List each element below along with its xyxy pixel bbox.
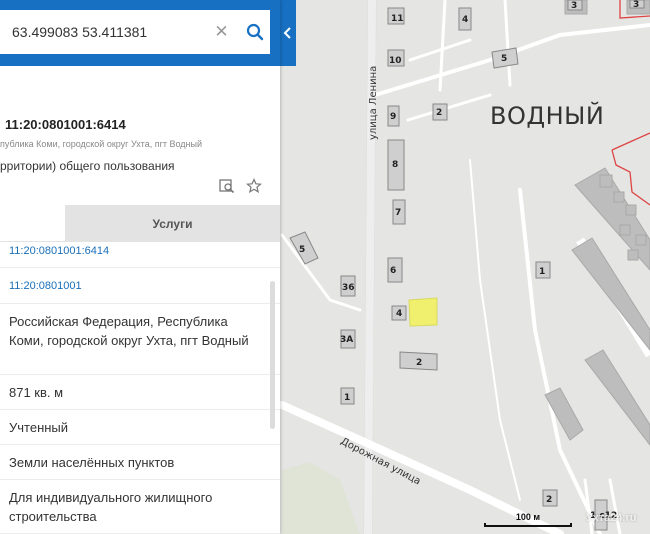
district-label: ВОДНЫЙ	[490, 101, 604, 130]
svg-text:8: 8	[392, 160, 398, 170]
search-box: ✕	[0, 10, 270, 54]
row-category: Земли населённых пунктов	[0, 445, 280, 480]
row-address: Российская Федерация, Республика Коми, г…	[0, 304, 280, 375]
row-permitted-use: Для индивидуального жилищного строительс…	[0, 480, 280, 534]
watermark: Ухта24.ru	[586, 512, 637, 524]
tab-info[interactable]	[0, 205, 65, 242]
svg-text:3: 3	[571, 1, 577, 11]
scrollbar[interactable]	[270, 281, 275, 429]
search-button[interactable]	[240, 17, 270, 47]
svg-text:4: 4	[462, 15, 468, 25]
svg-text:10: 10	[389, 56, 402, 66]
svg-text:5: 5	[501, 54, 507, 64]
svg-text:1: 1	[344, 393, 350, 403]
row-cadastral-number[interactable]: 11:20:0801001:6414	[0, 242, 280, 268]
object-title: 11:20:0801001:6414	[5, 117, 126, 132]
search-input[interactable]	[12, 24, 205, 40]
svg-text:1: 1	[539, 267, 545, 277]
svg-text:5: 5	[299, 245, 305, 255]
svg-text:3: 3	[633, 0, 639, 10]
clear-search-button[interactable]: ✕	[211, 21, 233, 43]
attribute-list: 11:20:0801001:6414 11:20:0801001 Российс…	[0, 242, 280, 534]
row-status: Учтенный	[0, 410, 280, 445]
info-panel: ✕ 11:20:0801001:6414 публика Коми, город…	[0, 0, 280, 534]
collapse-panel-button[interactable]	[280, 0, 296, 66]
street-label-lenina: улица Ленина	[368, 66, 379, 140]
star-icon[interactable]	[246, 178, 262, 194]
svg-text:3А: 3А	[340, 335, 353, 345]
object-category: рритории) общего пользования	[0, 159, 175, 173]
highlighted-parcel[interactable]	[408, 297, 438, 327]
tabs: Услуги	[0, 205, 280, 242]
row-area: 871 кв. м	[0, 375, 280, 410]
row-cadastral-quarter[interactable]: 11:20:0801001	[0, 268, 280, 304]
svg-text:7: 7	[395, 208, 401, 218]
zoom-to-icon[interactable]	[219, 178, 235, 194]
svg-text:9: 9	[390, 112, 396, 122]
svg-text:2: 2	[416, 358, 422, 368]
svg-text:2: 2	[436, 108, 442, 118]
svg-text:6: 6	[390, 266, 396, 276]
scale-label: 100 м	[515, 512, 541, 522]
object-address: публика Коми, городской округ Ухта, пгт …	[0, 139, 203, 149]
scale-bar	[484, 523, 572, 527]
map-scale: 100 м	[484, 512, 572, 528]
svg-text:2: 2	[546, 495, 552, 505]
search-icon	[247, 23, 264, 41]
search-bar: ✕	[0, 0, 280, 66]
action-icons	[219, 178, 262, 194]
svg-text:11: 11	[391, 14, 404, 24]
svg-text:36: 36	[342, 283, 355, 293]
tab-services[interactable]: Услуги	[65, 205, 280, 242]
chevron-left-icon	[283, 27, 291, 39]
svg-text:4: 4	[396, 309, 402, 319]
